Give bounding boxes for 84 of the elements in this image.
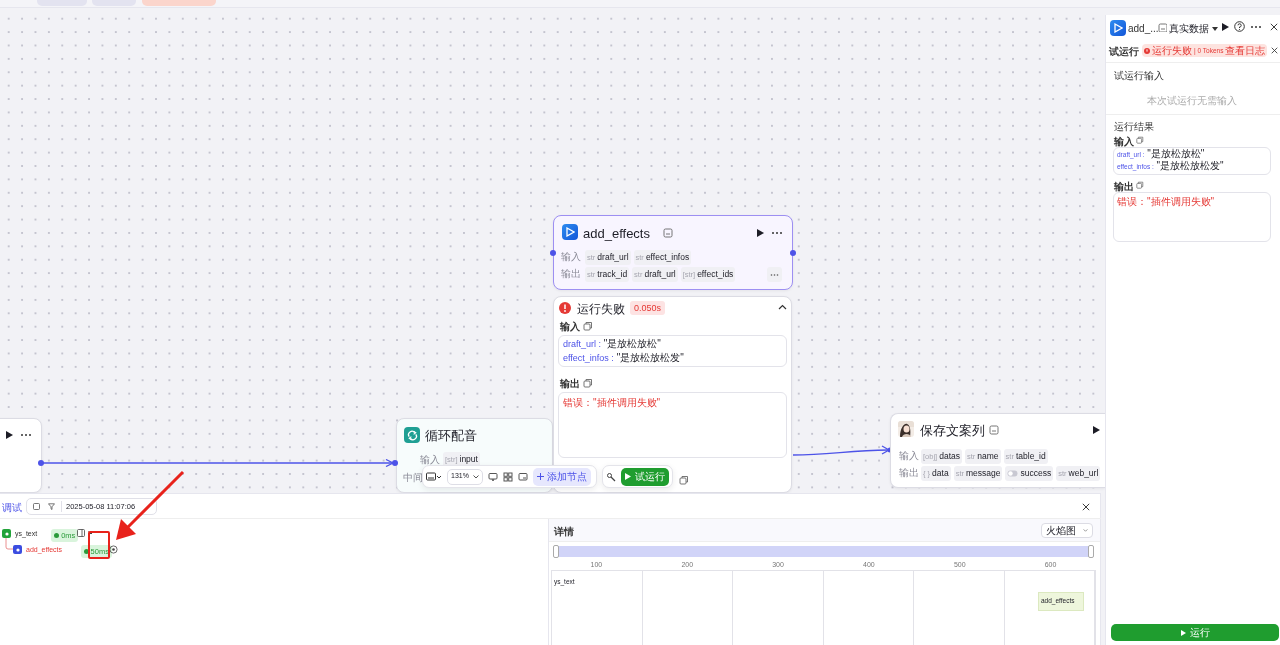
copy-icon[interactable]	[679, 475, 689, 485]
help-icon[interactable]	[1234, 21, 1245, 32]
copy-icon[interactable]	[1136, 136, 1144, 144]
chevron-icon	[473, 474, 479, 479]
more-icon[interactable]	[770, 272, 779, 277]
highlight-box	[88, 531, 110, 559]
save-icon	[663, 228, 673, 238]
data-source-select[interactable]: 真实数据	[1169, 21, 1218, 36]
section-label: 输入	[1114, 135, 1134, 149]
workflow-icon	[2, 529, 11, 538]
view-log-link[interactable]: 查看日志	[1225, 44, 1266, 57]
plugin-icon	[1110, 20, 1126, 36]
copy-icon[interactable]	[583, 378, 593, 388]
error-text: 错误："插件调用失败"	[1117, 195, 1215, 209]
section-title: 运行结果	[1114, 120, 1154, 134]
loop-icon	[404, 427, 420, 443]
chevron-icon[interactable]	[88, 531, 95, 535]
row-label: 输出	[561, 268, 581, 280]
section-title: 试运行	[1109, 45, 1139, 59]
close-icon[interactable]	[1082, 503, 1090, 511]
copy-icon[interactable]	[1136, 181, 1144, 189]
output-port[interactable]	[790, 250, 796, 256]
parameter-line: draft_url : "是放松放松"	[563, 337, 661, 351]
filter-icon	[48, 503, 55, 510]
more-button[interactable]	[767, 267, 782, 282]
close-icon[interactable]	[1271, 47, 1278, 54]
node-title: 循环配音	[425, 427, 477, 445]
plugin-icon	[13, 545, 22, 554]
chevron-icon	[1083, 529, 1088, 532]
panel-title: 详情	[554, 525, 574, 539]
parameter-line: effect_infos : "是放松放松发"	[563, 351, 684, 365]
row-label: 输出	[899, 467, 919, 479]
save-icon	[989, 425, 999, 435]
slider-handle[interactable]	[1088, 545, 1094, 558]
copy-icon[interactable]	[583, 321, 593, 331]
panel-title: 调试	[2, 501, 22, 515]
play-icon	[625, 473, 631, 480]
input-port[interactable]	[550, 250, 556, 256]
plugin-icon	[562, 224, 578, 240]
section-title: 试运行输入	[1114, 69, 1164, 83]
close-icon[interactable]	[1270, 23, 1278, 31]
node-title: 保存文案列	[920, 422, 985, 440]
empty-text: 本次试运行无需输入	[1147, 94, 1237, 108]
row-label: 输入	[899, 450, 919, 462]
wrench-icon[interactable]	[606, 471, 616, 482]
error-icon	[1144, 47, 1150, 54]
play-icon[interactable]	[1220, 22, 1230, 32]
panel-icon[interactable]	[77, 529, 86, 537]
caret-icon	[1212, 26, 1218, 31]
parameter-tag: success	[1005, 466, 1054, 481]
section-label: 输入	[560, 320, 580, 334]
target-icon[interactable]	[108, 545, 118, 554]
play-icon	[1180, 629, 1186, 636]
error-icon	[559, 302, 571, 314]
run-button[interactable]: 运行	[1111, 624, 1279, 641]
duration-badge: 0.050s	[630, 301, 666, 315]
check-icon	[54, 533, 60, 539]
status-text: 运行失败	[577, 301, 625, 318]
add-node-button[interactable]: 添加节点	[533, 467, 591, 486]
row-label: 输入	[561, 251, 581, 263]
tree-connector	[5, 538, 14, 550]
layout-icon[interactable]	[503, 471, 513, 482]
minimap-icon[interactable]	[426, 471, 442, 482]
view-select[interactable]: 火焰图	[1041, 523, 1093, 538]
toggle-icon	[1007, 470, 1019, 477]
section-label: 输出	[1114, 180, 1134, 194]
screen-icon[interactable]	[518, 471, 528, 482]
row-label: 中间	[403, 472, 423, 484]
collapse-icon[interactable]	[778, 304, 787, 310]
comment-icon[interactable]	[488, 471, 498, 482]
save-icon	[1158, 23, 1167, 32]
row-label: 输入	[420, 454, 440, 466]
error-text: 错误："插件调用失败"	[563, 396, 661, 410]
play-icon[interactable]	[755, 228, 765, 238]
check-icon	[83, 549, 89, 555]
square-icon	[33, 503, 40, 510]
node-title: add_effects	[583, 225, 650, 243]
slider-handle[interactable]	[553, 545, 559, 558]
section-label: 输出	[560, 377, 580, 391]
panel-title: add_...	[1128, 22, 1159, 36]
plus-icon	[537, 473, 544, 480]
test-run-button[interactable]: 试运行	[621, 467, 669, 486]
play-icon[interactable]	[4, 430, 14, 440]
play-icon[interactable]	[1091, 425, 1101, 435]
